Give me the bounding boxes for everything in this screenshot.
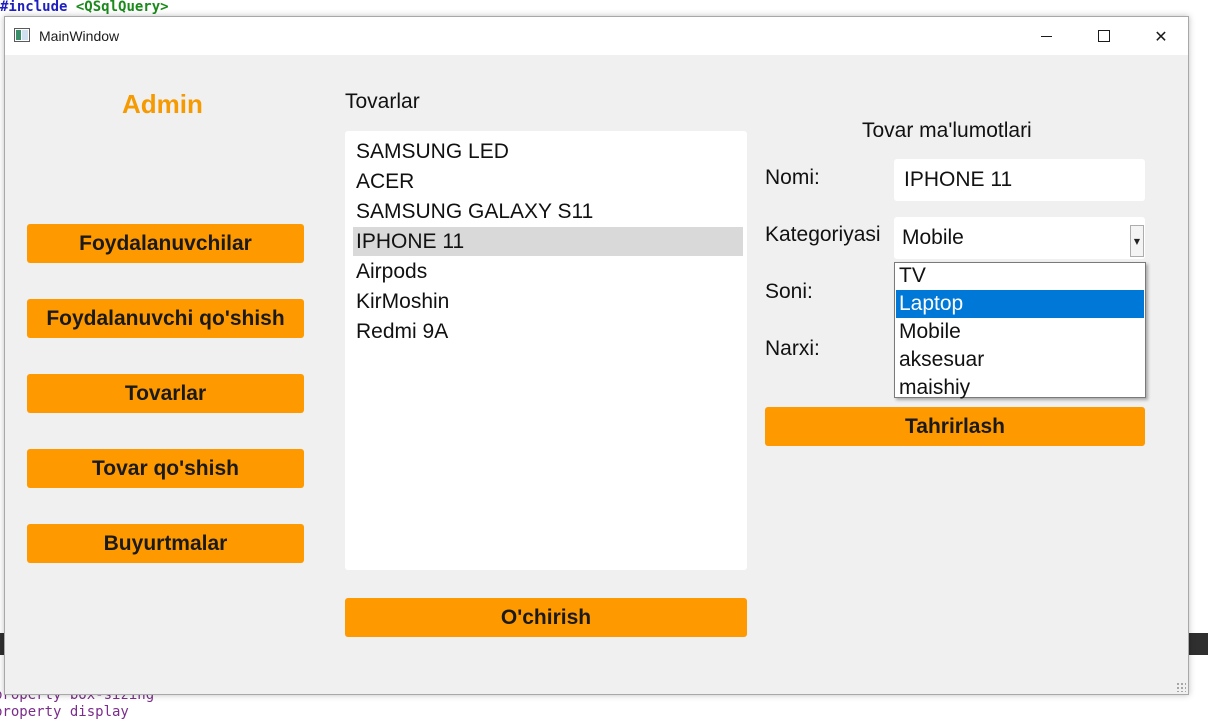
name-field[interactable] bbox=[894, 159, 1145, 201]
maximize-button[interactable] bbox=[1075, 17, 1133, 55]
list-item[interactable]: SAMSUNG GALAXY S11 bbox=[353, 197, 743, 226]
maximize-icon bbox=[1098, 30, 1110, 42]
products-button[interactable]: Tovarlar bbox=[27, 374, 304, 413]
name-label: Nomi: bbox=[765, 166, 820, 189]
details-section-title: Tovar ma'lumotlari bbox=[862, 119, 1032, 142]
list-item[interactable]: KirMoshin bbox=[353, 287, 743, 316]
add-user-button[interactable]: Foydalanuvchi qo'shish bbox=[27, 299, 304, 338]
chevron-down-icon[interactable]: ▼ bbox=[1130, 225, 1144, 257]
price-label: Narxi: bbox=[765, 337, 820, 360]
background-editor-right bbox=[1189, 16, 1208, 633]
dropdown-option-highlighted[interactable]: Laptop bbox=[896, 290, 1144, 318]
main-window: MainWindow ✕ Admin Foydalanuvchilar Foyd… bbox=[4, 16, 1189, 695]
admin-role-label: Admin bbox=[122, 89, 203, 119]
list-item[interactable]: ACER bbox=[353, 167, 743, 196]
count-label: Soni: bbox=[765, 280, 813, 303]
orders-button[interactable]: Buyurtmalar bbox=[27, 524, 304, 563]
app-window-icon bbox=[14, 28, 30, 42]
window-title: MainWindow bbox=[39, 28, 120, 44]
dropdown-option[interactable]: maishiy bbox=[896, 374, 1144, 402]
dropdown-option[interactable]: aksesuar bbox=[896, 346, 1144, 374]
dropdown-option[interactable]: Mobile bbox=[896, 318, 1144, 346]
edit-button[interactable]: Tahrirlash bbox=[765, 407, 1145, 446]
background-editor-top: #include <QSqlQuery> bbox=[0, 0, 1208, 16]
add-product-button[interactable]: Tovar qo'shish bbox=[27, 449, 304, 488]
products-list[interactable]: SAMSUNG LED ACER SAMSUNG GALAXY S11 IPHO… bbox=[345, 131, 747, 570]
products-section-title: Tovarlar bbox=[345, 90, 420, 113]
dropdown-option[interactable]: TV bbox=[896, 262, 1144, 290]
title-bar[interactable]: MainWindow ✕ bbox=[5, 17, 1188, 55]
minimize-button[interactable] bbox=[1017, 17, 1075, 55]
users-button[interactable]: Foydalanuvchilar bbox=[27, 224, 304, 263]
category-select-value: Mobile bbox=[902, 226, 964, 249]
close-icon: ✕ bbox=[1154, 26, 1168, 46]
minimize-icon bbox=[1040, 35, 1052, 37]
category-label: Kategoriyasi bbox=[765, 223, 881, 246]
category-select[interactable]: Mobile ▼ bbox=[894, 217, 1145, 259]
include-keyword: #include bbox=[0, 0, 68, 15]
list-item[interactable]: Airpods bbox=[353, 257, 743, 286]
close-button[interactable]: ✕ bbox=[1132, 17, 1190, 55]
include-header: <QSqlQuery> bbox=[75, 0, 169, 15]
delete-button[interactable]: O'chirish bbox=[345, 598, 747, 637]
list-item[interactable]: SAMSUNG LED bbox=[353, 137, 743, 166]
category-dropdown-list[interactable]: TV Laptop Mobile aksesuar maishiy bbox=[894, 262, 1146, 399]
list-item-selected[interactable]: IPHONE 11 bbox=[353, 227, 743, 256]
list-item[interactable]: Redmi 9A bbox=[353, 317, 743, 346]
resize-grip-icon[interactable] bbox=[1176, 682, 1186, 692]
